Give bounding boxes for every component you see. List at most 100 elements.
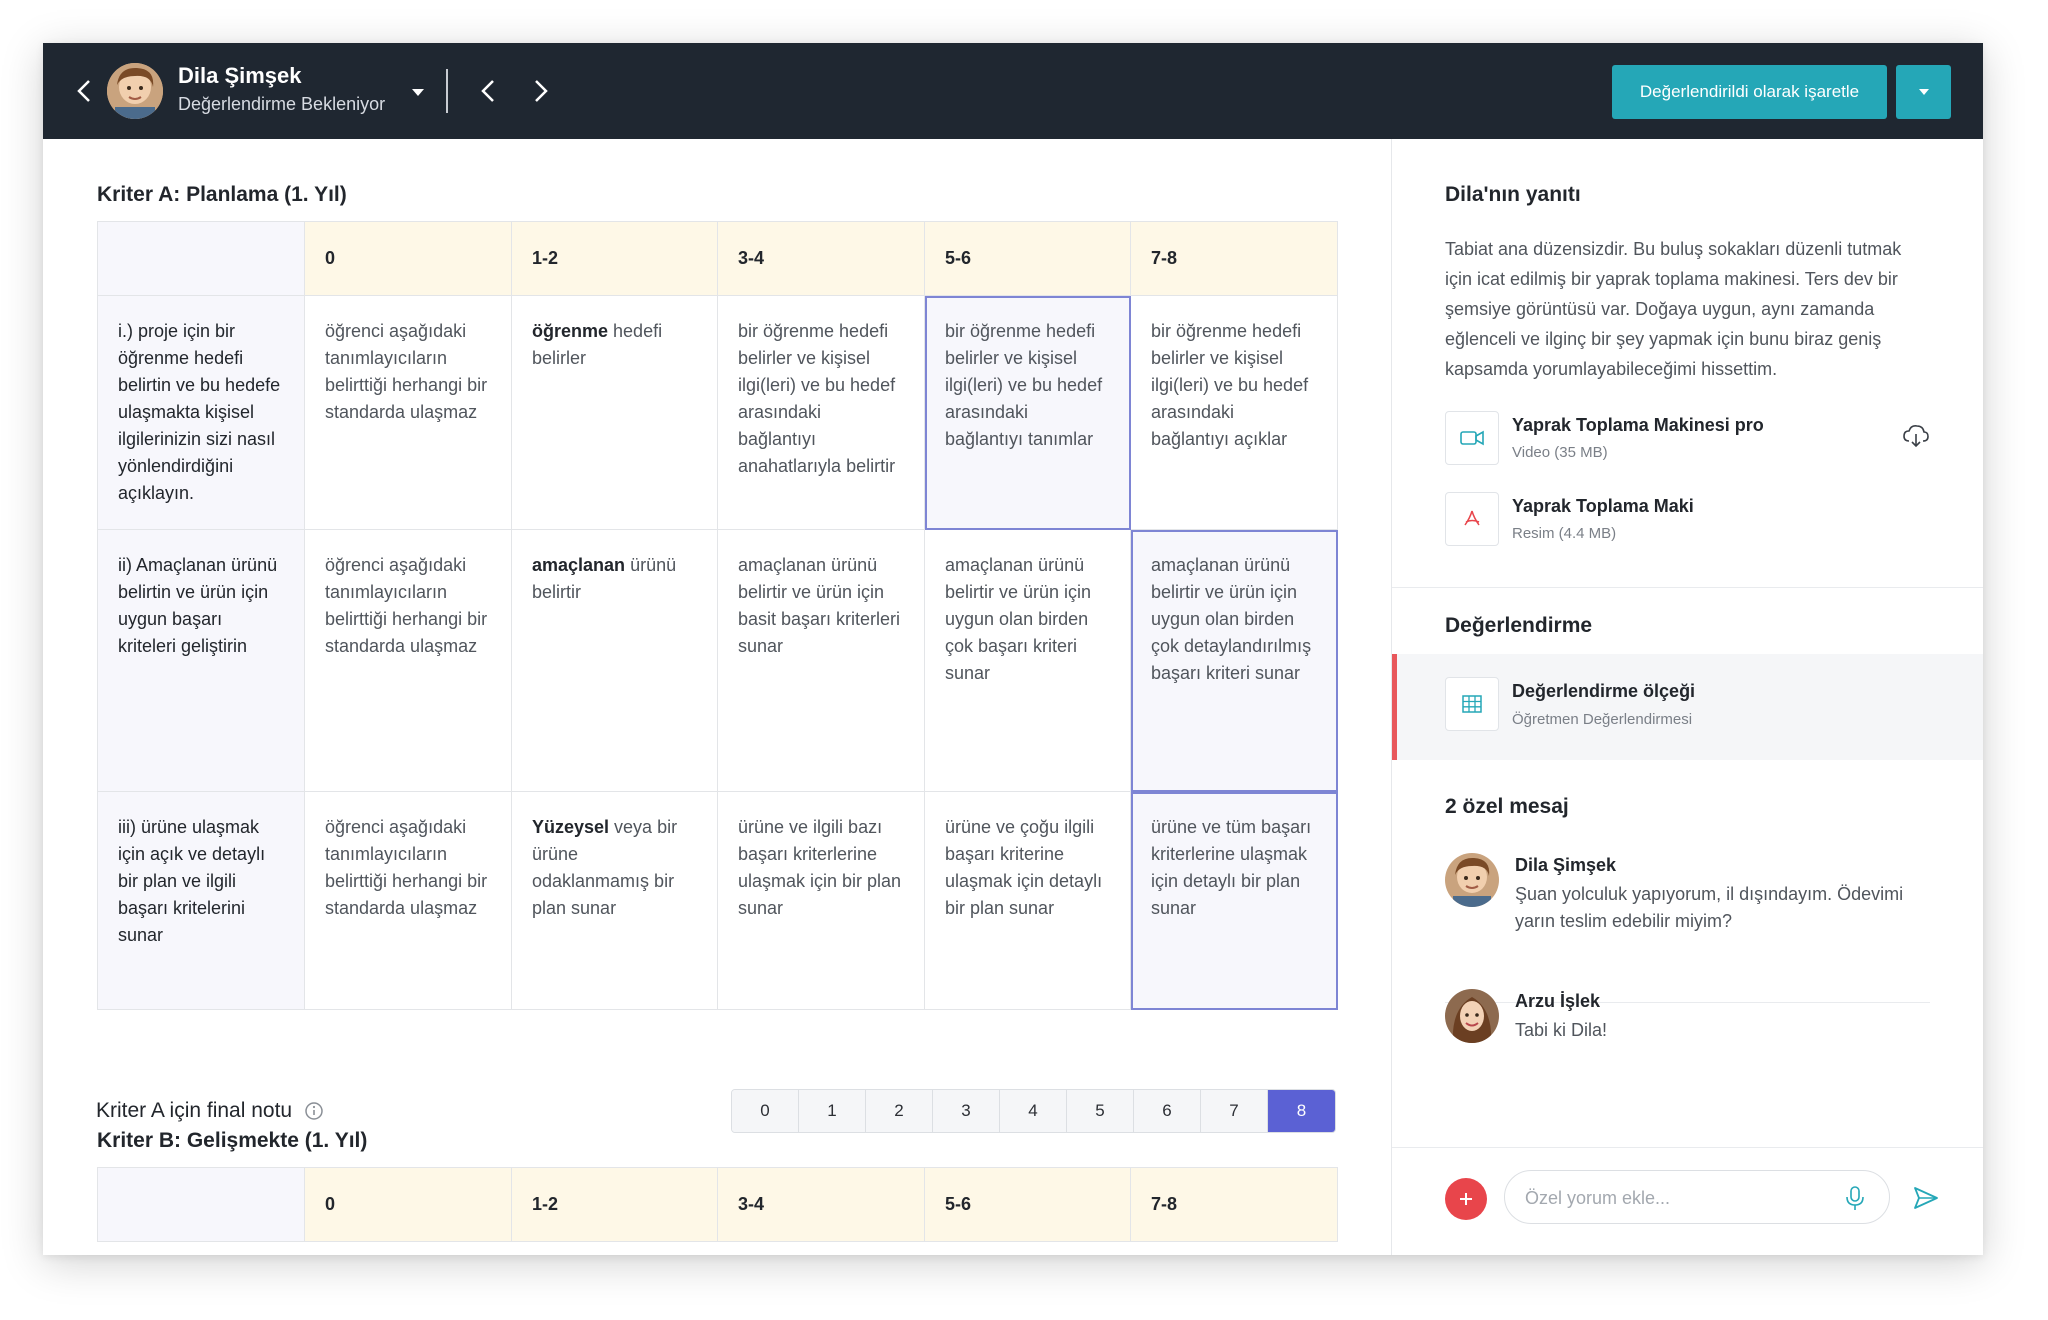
criterion-a-rubric: 0 1-2 3-4 5-6 7-8 i.) proje için bir öğr…: [97, 221, 1338, 1010]
avatar: [1445, 989, 1499, 1043]
rubric-cell-selected[interactable]: ürüne ve tüm başarı kriterlerine ulaşmak…: [1130, 791, 1338, 1010]
grading-item-meta: Öğretmen Değerlendirmesi: [1512, 711, 1693, 728]
strand-descriptor: iii) ürüne ulaşmak için açık ve detaylı …: [97, 791, 305, 1010]
mark-options-dropdown[interactable]: [1896, 65, 1951, 119]
level-header: 1-2: [511, 1167, 718, 1242]
add-attachment-button[interactable]: [1445, 1178, 1487, 1220]
final-score-label: Kriter A için final notu: [96, 1099, 324, 1123]
level-header: 5-6: [924, 221, 1131, 296]
video-camera-icon: [1445, 411, 1499, 465]
rubric-cell[interactable]: öğrenme hedefi belirler: [511, 295, 718, 530]
rubric-header-row: 0 1-2 3-4 5-6 7-8: [97, 1167, 1338, 1242]
grading-rubric-item[interactable]: Değerlendirme ölçeği Öğretmen Değerlendi…: [1392, 654, 1983, 760]
score-option-8[interactable]: 8: [1268, 1090, 1335, 1132]
criterion-b-title: Kriter B: Gelişmekte (1. Yıl): [97, 1129, 368, 1152]
level-header: 0: [304, 221, 512, 296]
mark-graded-button[interactable]: Değerlendirildi olarak işaretle: [1612, 65, 1887, 119]
attachment-title: Yaprak Toplama Maki: [1512, 496, 1694, 516]
attachment-meta: Resim (4.4 MB): [1512, 525, 1617, 542]
score-option-5[interactable]: 5: [1067, 1090, 1134, 1132]
score-option-1[interactable]: 1: [799, 1090, 866, 1132]
pdf-icon: [1445, 492, 1499, 546]
criterion-b-rubric: 0 1-2 3-4 5-6 7-8: [97, 1167, 1338, 1242]
level-header: 7-8: [1130, 221, 1338, 296]
rubric-cell[interactable]: ürüne ve ilgili bazı başarı kriterlerine…: [717, 791, 925, 1010]
comment-input[interactable]: [1525, 1183, 1825, 1213]
cloud-download-icon[interactable]: [1902, 423, 1930, 449]
rubric-cell[interactable]: amaçlanan ürünü belirtir ve ürün için uy…: [924, 529, 1131, 792]
comment-composer: [1392, 1147, 1983, 1255]
previous-student-icon[interactable]: [473, 73, 503, 109]
student-name: Dila Şimşek: [178, 63, 302, 88]
send-icon[interactable]: [1912, 1184, 1940, 1212]
score-option-0[interactable]: 0: [732, 1090, 799, 1132]
rubric-cell-selected[interactable]: bir öğrenme hedefi belirler ve kişisel i…: [924, 295, 1131, 530]
cell-keyword: Yüzeysel: [532, 817, 610, 837]
message-item: Dila Şimşek Şuan yolculuk yapıyorum, il …: [1445, 853, 1925, 953]
microphone-icon[interactable]: [1843, 1185, 1867, 1211]
side-panel: Dila'nın yanıtı Tabiat ana düzensizdir. …: [1391, 139, 1983, 1255]
strand-descriptor: i.) proje için bir öğrenme hedefi belirt…: [97, 295, 305, 530]
rubric-cell-selected[interactable]: amaçlanan ürünü belirtir ve ürün için uy…: [1130, 529, 1338, 792]
rubric-area: Kriter A: Planlama (1. Yıl) 0 1-2 3-4 5-…: [43, 139, 1391, 1255]
rubric-cell[interactable]: bir öğrenme hedefi belirler ve kişisel i…: [1130, 295, 1338, 530]
grading-item-title: Değerlendirme ölçeği: [1512, 681, 1696, 701]
message-item: Arzu İşlek Tabi ki Dila!: [1445, 989, 1925, 1059]
rubric-header-row: 0 1-2 3-4 5-6 7-8: [97, 221, 1338, 296]
score-option-2[interactable]: 2: [866, 1090, 933, 1132]
cell-keyword: amaçlanan: [532, 555, 626, 575]
rubric-row: iii) ürüne ulaşmak için açık ve detaylı …: [97, 791, 1338, 1010]
level-header: 1-2: [511, 221, 718, 296]
attachment-item[interactable]: Yaprak Toplama Makinesi pro Video (35 MB…: [1445, 411, 1945, 467]
level-header: 7-8: [1130, 1167, 1338, 1242]
comment-field-wrapper: [1504, 1170, 1890, 1224]
caret-down-icon: [1918, 89, 1929, 95]
section-divider: [1392, 587, 1983, 588]
message-author: Arzu İşlek: [1515, 991, 1601, 1011]
cell-keyword: öğrenme: [532, 321, 609, 341]
rubric-cell[interactable]: öğrenci aşağıdaki tanımlayıcıların belir…: [304, 295, 512, 530]
rubric-cell[interactable]: Yüzeysel veya bir ürüne odaklanmamış bir…: [511, 791, 718, 1010]
rubric-row: ii) Amaçlanan ürünü belirtin ve ürün içi…: [97, 529, 1338, 792]
grading-title: Değerlendirme: [1445, 614, 1593, 637]
rubric-cell[interactable]: öğrenci aşağıdaki tanımlayıcıların belir…: [304, 529, 512, 792]
back-arrow-icon[interactable]: [69, 73, 99, 109]
score-option-4[interactable]: 4: [1000, 1090, 1067, 1132]
rubric-cell[interactable]: öğrenci aşağıdaki tanımlayıcıların belir…: [304, 791, 512, 1010]
message-text: Tabi ki Dila!: [1515, 1020, 1608, 1040]
top-bar: Dila Şimşek Değerlendirme Bekleniyor Değ…: [43, 43, 1983, 139]
level-header: 3-4: [717, 221, 925, 296]
app-window: Dila Şimşek Değerlendirme Bekleniyor Değ…: [43, 43, 1983, 1255]
rubric-corner: [97, 221, 305, 296]
level-header: 0: [304, 1167, 512, 1242]
rubric-cell[interactable]: amaçlanan ürünü belirtir ve ürün için ba…: [717, 529, 925, 792]
rubric-cell[interactable]: amaçlanan ürünü belirtir: [511, 529, 718, 792]
table-icon: [1445, 677, 1499, 731]
attachment-title: Yaprak Toplama Makinesi pro: [1512, 415, 1764, 435]
attachment-item[interactable]: Yaprak Toplama Maki Resim (4.4 MB): [1445, 492, 1945, 548]
messages-title: 2 özel mesaj: [1445, 795, 1569, 818]
student-status: Değerlendirme Bekleniyor: [178, 94, 386, 114]
info-icon[interactable]: [304, 1101, 324, 1121]
rubric-row: i.) proje için bir öğrenme hedefi belirt…: [97, 295, 1338, 530]
strand-descriptor: ii) Amaçlanan ürünü belirtin ve ürün içi…: [97, 529, 305, 792]
header-divider: [446, 69, 448, 113]
message-text: Şuan yolculuk yapıyorum, il dışındayım. …: [1515, 884, 1904, 931]
final-score-text: Kriter A için final notu: [96, 1099, 293, 1122]
score-option-3[interactable]: 3: [933, 1090, 1000, 1132]
score-option-7[interactable]: 7: [1201, 1090, 1268, 1132]
final-score-selector: 0 1 2 3 4 5 6 7 8: [731, 1089, 1336, 1133]
attachment-meta: Video (35 MB): [1512, 444, 1608, 461]
score-option-6[interactable]: 6: [1134, 1090, 1201, 1132]
student-avatar: [107, 63, 163, 119]
level-header: 3-4: [717, 1167, 925, 1242]
avatar: [1445, 853, 1499, 907]
caret-down-icon[interactable]: [407, 81, 429, 103]
response-title: Dila'nın yanıtı: [1445, 183, 1581, 206]
next-student-icon[interactable]: [526, 73, 556, 109]
rubric-cell[interactable]: ürüne ve çoğu ilgili başarı kriterine ul…: [924, 791, 1131, 1010]
rubric-cell[interactable]: bir öğrenme hedefi belirler ve kişisel i…: [717, 295, 925, 530]
response-text: Tabiat ana düzensizdir. Bu buluş sokakla…: [1445, 239, 1902, 379]
plus-icon: [1460, 1193, 1472, 1205]
rubric-corner: [97, 1167, 305, 1242]
